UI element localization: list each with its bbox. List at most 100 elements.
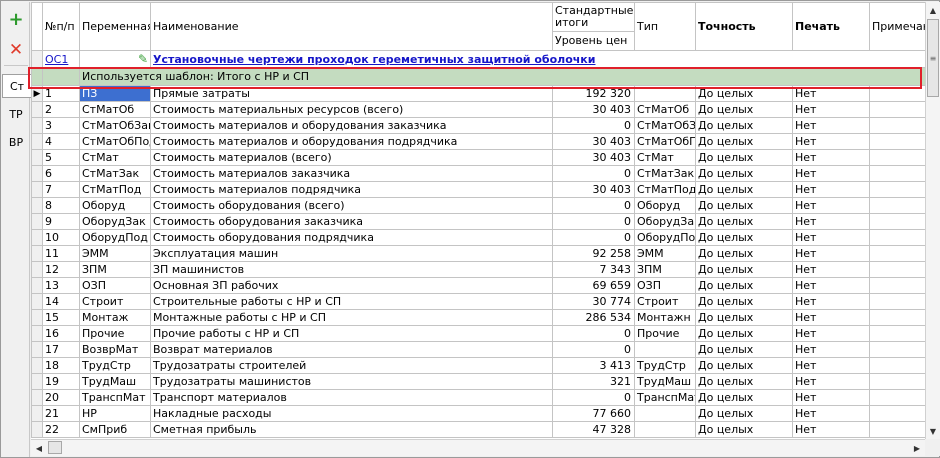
row-type[interactable]: Прочие [634,325,696,342]
row-print[interactable]: Нет [792,357,870,374]
row-name[interactable]: Возврат материалов [150,341,553,358]
row-num[interactable]: 19 [42,373,80,390]
row-variable[interactable]: Оборуд [79,197,151,214]
row-variable[interactable]: Строит [79,293,151,310]
row-accuracy[interactable]: До целых [695,149,793,166]
row-name[interactable]: Накладные расходы [150,405,553,422]
row-note[interactable] [869,197,925,214]
row-type[interactable] [634,421,696,438]
row-name[interactable]: Стоимость материалов и оборудования зака… [150,117,553,134]
template-row[interactable]: Используется шаблон: Итого с НР и СП [31,67,925,86]
horizontal-scroll-thumb[interactable] [48,441,62,454]
row-value[interactable]: 0 [552,165,635,182]
row-accuracy[interactable]: До целых [695,357,793,374]
table-row[interactable]: 4 СтМатОбПод Стоимость материалов и оборуд… [31,133,925,150]
row-accuracy[interactable]: До целых [695,85,793,102]
row-value[interactable]: 30 774 [552,293,635,310]
table-row[interactable]: 14 Строит Строительные работы с НР и СП 30 … [31,293,925,310]
row-num[interactable]: 22 [42,421,80,438]
row-print[interactable]: Нет [792,101,870,118]
scroll-down-icon[interactable]: ▼ [926,423,940,439]
row-num[interactable]: 9 [42,213,80,230]
row-num[interactable]: 8 [42,197,80,214]
tab-tr[interactable]: ТР [2,102,30,126]
row-note[interactable] [869,213,925,230]
row-value[interactable]: 77 660 [552,405,635,422]
row-num[interactable]: 15 [42,309,80,326]
row-note[interactable] [869,389,925,406]
row-accuracy[interactable]: До целых [695,197,793,214]
row-name[interactable]: Сметная прибыль [150,421,553,438]
row-variable[interactable]: Монтаж [79,309,151,326]
row-type[interactable]: ТранспМат [634,389,696,406]
row-variable[interactable]: СтМатОб [79,101,151,118]
row-type[interactable]: СтМатОб [634,101,696,118]
row-type[interactable]: ОЗП [634,277,696,294]
row-type[interactable]: ОборудЗак [634,213,696,230]
row-note[interactable] [869,373,925,390]
row-variable[interactable]: СмПриб [79,421,151,438]
row-accuracy[interactable]: До целых [695,293,793,310]
row-note[interactable] [869,261,925,278]
row-name[interactable]: Стоимость материалов (всего) [150,149,553,166]
row-note[interactable] [869,165,925,182]
row-num[interactable]: 20 [42,389,80,406]
row-type[interactable]: ЗПМ [634,261,696,278]
row-value[interactable]: 0 [552,229,635,246]
row-note[interactable] [869,149,925,166]
row-value[interactable]: 0 [552,341,635,358]
tab-st[interactable]: Ст [2,74,31,98]
table-row[interactable]: 18 ТрудСтр Трудозатраты строителей 3 413 Тру… [31,357,925,374]
row-variable[interactable]: ТранспМат [79,389,151,406]
row-num[interactable]: 1 [42,85,80,102]
row-num[interactable]: 14 [42,293,80,310]
row-print[interactable]: Нет [792,229,870,246]
row-name[interactable]: Основная ЗП рабочих [150,277,553,294]
row-value[interactable]: 30 403 [552,101,635,118]
row-accuracy[interactable]: До целых [695,101,793,118]
row-print[interactable]: Нет [792,133,870,150]
row-variable[interactable]: ЭММ [79,245,151,262]
row-print[interactable]: Нет [792,309,870,326]
row-note[interactable] [869,133,925,150]
vertical-scrollbar[interactable]: ▲ ≡ ▼ [925,2,940,439]
row-value[interactable]: 30 403 [552,133,635,150]
header-note[interactable]: Примечание [869,2,925,51]
row-accuracy[interactable]: До целых [695,309,793,326]
section-title-cell[interactable]: Установочные чертежи проходок гереметичн… [150,50,925,68]
section-title[interactable]: Установочные чертежи проходок гереметичн… [153,53,595,66]
row-variable[interactable]: ЗПМ [79,261,151,278]
row-variable[interactable]: СтМатЗак [79,165,151,182]
row-note[interactable] [869,325,925,342]
row-value[interactable]: 0 [552,197,635,214]
row-variable[interactable]: НР [79,405,151,422]
row-name[interactable]: Стоимость материалов подрядчика [150,181,553,198]
row-accuracy[interactable]: До целых [695,165,793,182]
table-row[interactable]: 6 СтМатЗак Стоимость материалов заказчика 0… [31,165,925,182]
row-variable[interactable]: ТрудСтр [79,357,151,374]
row-type[interactable]: Монтажн [634,309,696,326]
row-value[interactable]: 321 [552,373,635,390]
header-name[interactable]: Наименование [150,2,553,51]
row-print[interactable]: Нет [792,277,870,294]
row-accuracy[interactable]: До целых [695,277,793,294]
row-variable[interactable]: СтМатОбПод [79,133,151,150]
row-num[interactable]: 4 [42,133,80,150]
row-accuracy[interactable]: До целых [695,229,793,246]
row-note[interactable] [869,421,925,438]
table-row[interactable]: 21 НР Накладные расходы 77 660 До целых Нет [31,405,925,422]
row-name[interactable]: Прямые затраты [150,85,553,102]
row-accuracy[interactable]: До целых [695,405,793,422]
table-row[interactable]: 15 Монтаж Монтажные работы с НР и СП 286 53… [31,309,925,326]
row-note[interactable] [869,293,925,310]
row-num[interactable]: 17 [42,341,80,358]
row-name[interactable]: Строительные работы с НР и СП [150,293,553,310]
table-row[interactable]: 19 ТрудМаш Трудозатраты машинистов 321 ТрудМ… [31,373,925,390]
row-value[interactable]: 47 328 [552,421,635,438]
row-print[interactable]: Нет [792,389,870,406]
table-row[interactable]: 2 СтМатОб Стоимость материальных ресурсов … [31,101,925,118]
row-note[interactable] [869,341,925,358]
row-type[interactable] [634,405,696,422]
row-accuracy[interactable]: До целых [695,389,793,406]
row-num[interactable]: 12 [42,261,80,278]
